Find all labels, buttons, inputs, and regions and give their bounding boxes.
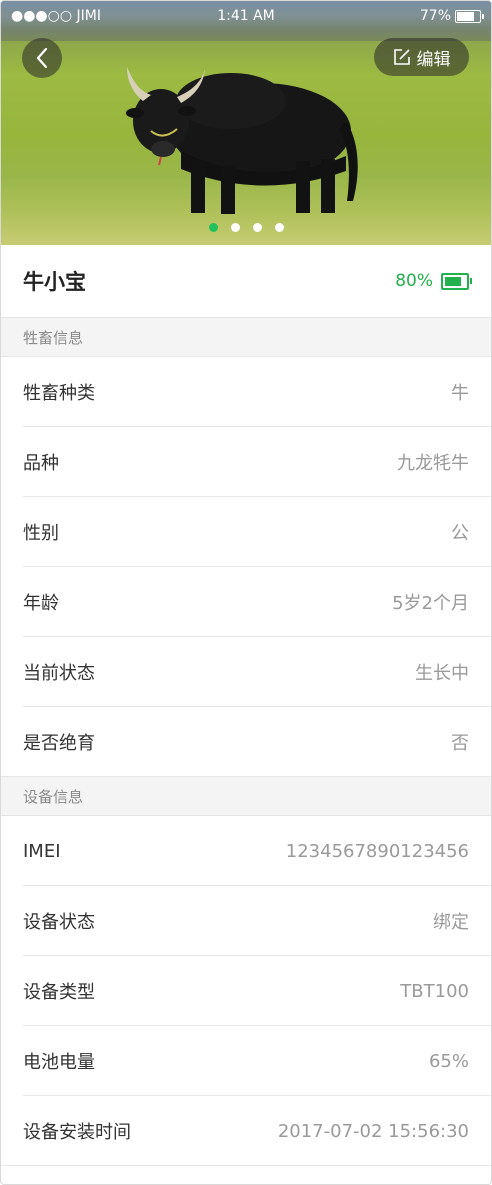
row-label: 年龄: [23, 593, 59, 614]
row-value: 否: [451, 733, 469, 754]
row-value: 65%: [428, 1050, 469, 1072]
battery-icon: [455, 10, 484, 23]
chevron-left-icon: [36, 47, 48, 69]
info-row-breed[interactable]: 品种 九龙牦牛: [1, 427, 491, 497]
section-header-device: 设备信息: [1, 777, 491, 816]
info-row-species[interactable]: 牲畜种类 牛: [1, 357, 491, 427]
battery-percent: 80%: [395, 271, 433, 291]
info-row-age[interactable]: 年龄 5岁2个月: [1, 567, 491, 637]
photo-carousel[interactable]: ●●●○○ JIMI 1:41 AM 77% 编辑: [1, 1, 491, 245]
battery-icon: [441, 272, 472, 290]
carousel-dot[interactable]: [230, 223, 240, 232]
edit-label: 编辑: [416, 49, 451, 70]
edit-icon: [393, 49, 410, 65]
carousel-indicator: [1, 223, 491, 232]
row-label: 设备安装时间: [23, 1122, 131, 1143]
row-label: 设备类型: [23, 982, 95, 1003]
status-bar: ●●●○○ JIMI 1:41 AM 77%: [1, 1, 491, 31]
info-row-imei[interactable]: IMEI 1234567890123456: [1, 816, 491, 886]
row-label: IMEI: [23, 840, 61, 862]
device-info-list: IMEI 1234567890123456 设备状态 绑定 设备类型 TBT10…: [1, 816, 491, 1166]
status-battery-percent: 77%: [419, 8, 451, 24]
section-header-livestock: 牲畜信息: [1, 318, 491, 357]
row-label: 当前状态: [23, 663, 95, 684]
row-label: 电池电量: [23, 1052, 95, 1073]
row-label: 是否绝育: [23, 733, 95, 754]
row-value: 绑定: [433, 912, 469, 933]
back-button[interactable]: [22, 38, 62, 78]
animal-name: 牛小宝: [23, 270, 86, 294]
row-value: 1234567890123456: [285, 840, 469, 862]
info-row-device-type[interactable]: 设备类型 TBT100: [1, 956, 491, 1026]
yak-photo: [126, 67, 358, 214]
row-label: 品种: [23, 453, 59, 474]
row-value: 生长中: [415, 663, 469, 684]
edit-button[interactable]: 编辑: [374, 38, 469, 76]
info-row-sterilized[interactable]: 是否绝育 否: [1, 707, 491, 777]
row-value: 2017-07-02 15:56:30: [277, 1120, 469, 1142]
carousel-dot[interactable]: [252, 223, 262, 232]
clock: 1:41 AM: [217, 8, 275, 24]
carousel-dot[interactable]: [208, 223, 218, 232]
animal-detail-screen: ●●●○○ JIMI 1:41 AM 77% 编辑 牛小宝 80% 牲畜信息 牲…: [0, 0, 492, 1185]
row-label: 性别: [23, 523, 59, 544]
info-row-status[interactable]: 当前状态 生长中: [1, 637, 491, 707]
row-label: 牲畜种类: [23, 383, 95, 404]
info-row-battery-level[interactable]: 电池电量 65%: [1, 1026, 491, 1096]
animal-name-row: 牛小宝 80%: [1, 245, 491, 318]
row-value: 5岁2个月: [392, 593, 469, 614]
device-battery-indicator: 80%: [395, 271, 472, 291]
row-value: 九龙牦牛: [397, 453, 469, 474]
row-value: 公: [451, 523, 469, 544]
info-row-install-time[interactable]: 设备安装时间 2017-07-02 15:56:30: [1, 1096, 491, 1166]
row-value: 牛: [451, 383, 469, 404]
info-row-device-status[interactable]: 设备状态 绑定: [1, 886, 491, 956]
info-row-gender[interactable]: 性别 公: [1, 497, 491, 567]
carousel-dot[interactable]: [274, 223, 284, 232]
livestock-info-list: 牲畜种类 牛 品种 九龙牦牛 性别 公 年龄 5岁2个月 当前状态 生长中 是否…: [1, 357, 491, 777]
row-value: TBT100: [400, 980, 469, 1002]
row-label: 设备状态: [23, 912, 95, 933]
